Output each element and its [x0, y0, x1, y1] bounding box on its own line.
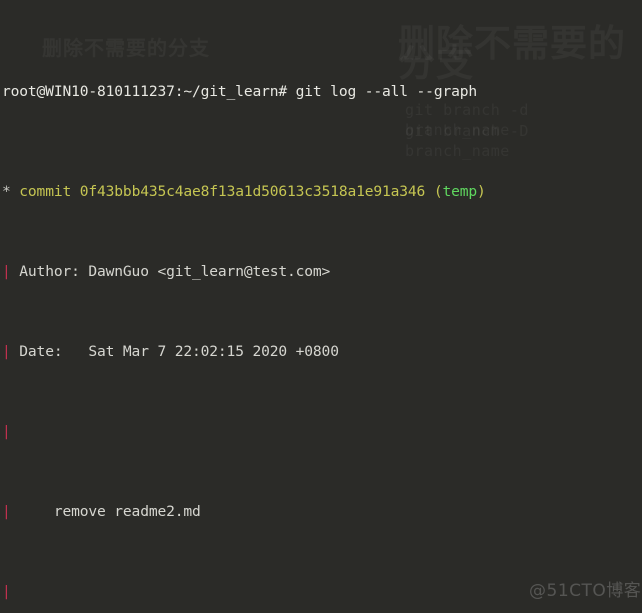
refs-close-1: ) — [477, 183, 486, 200]
date-label-1: Date: — [19, 343, 89, 360]
ref-branch-temp: temp — [442, 183, 478, 200]
commit-message-1: | remove readme2.md — [2, 502, 642, 522]
graph-rail-red: | — [2, 423, 11, 440]
prompt-user-host-path: root@WIN10-810111237:~/git_learn# — [2, 83, 287, 100]
graph-rail-red: | — [2, 503, 20, 520]
terminal-window[interactable]: 删除不需要的分支 删除不需要的分支 git branch -d branch_n… — [0, 0, 642, 613]
date-value-1: Sat Mar 7 22:02:15 2020 +0800 — [88, 343, 339, 360]
commit-keyword-1: commit — [19, 183, 80, 200]
graph-rail-red: | — [2, 263, 20, 280]
author-name-1: DawnGuo — [88, 263, 158, 280]
commit-hash-1: 0f43bbb435c4ae8f13a1d50613c3518a1e91a346 — [79, 183, 426, 200]
author-label-1: Author: — [19, 263, 89, 280]
commit-date-1: | Date: Sat Mar 7 22:02:15 2020 +0800 — [2, 342, 642, 362]
prompt-line: root@WIN10-810111237:~/git_learn# git lo… — [2, 82, 642, 102]
commit-author-1: | Author: DawnGuo <git_learn@test.com> — [2, 262, 642, 282]
graph-rail-red: | — [2, 343, 20, 360]
terminal-output: root@WIN10-810111237:~/git_learn# git lo… — [0, 0, 642, 613]
commit-header-1: * commit 0f43bbb435c4ae8f13a1d50613c3518… — [2, 182, 642, 202]
graph-node-1: * — [2, 183, 20, 200]
commit-gap-1b: | — [2, 582, 642, 602]
author-email-1: <git_learn@test.com> — [157, 263, 331, 280]
commit-gap-1a: | — [2, 422, 642, 442]
refs-open-1: ( — [425, 183, 443, 200]
prompt-command: git log --all --graph — [287, 83, 478, 100]
message-text-1: remove readme2.md — [53, 503, 201, 520]
graph-rail-red: | — [2, 583, 11, 600]
